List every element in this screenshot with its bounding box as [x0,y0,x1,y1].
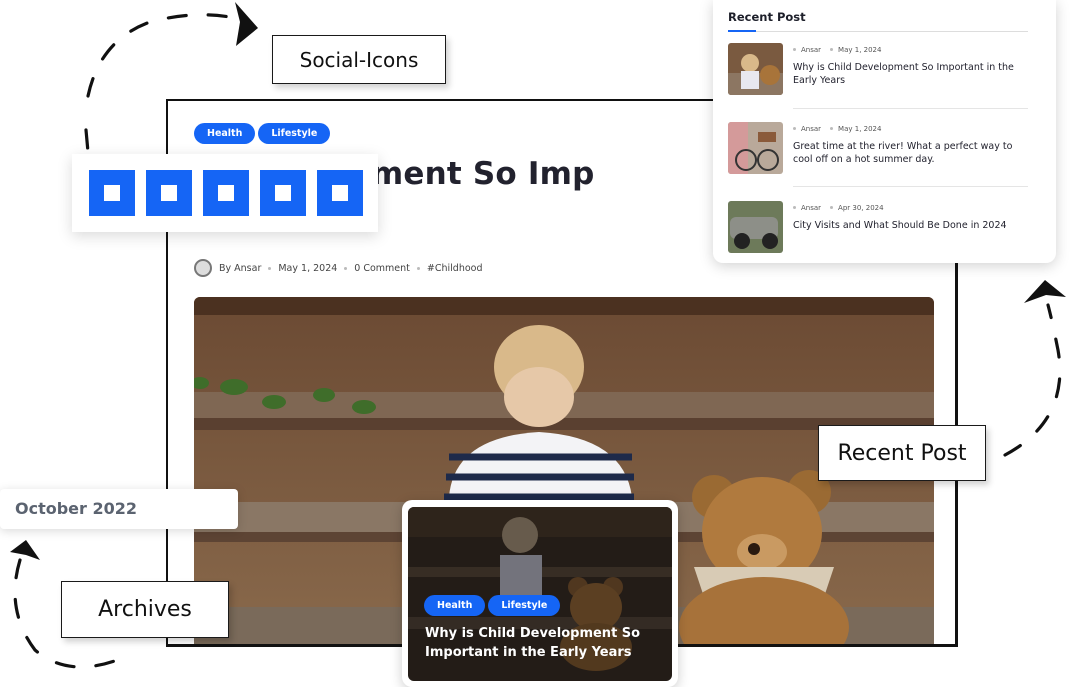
post-date: May 1, 2024 [838,46,882,54]
meta-dot [268,266,272,270]
post-thumbnail[interactable] [728,122,783,174]
tag-lifestyle[interactable]: Lifestyle [258,123,331,144]
tag-health[interactable]: Health [424,595,486,616]
post-date: May 1, 2024 [838,125,882,133]
article-meta: By Ansar May 1, 2024 0 Comment #Childhoo… [194,259,483,277]
recent-post-heading: Recent Post [728,10,806,24]
post-author: Ansar [801,204,822,212]
author-name[interactable]: By Ansar [219,263,261,274]
heading-accent [728,30,756,32]
heading-divider [728,31,1028,32]
tag-health[interactable]: Health [194,123,256,144]
post-date: May 1, 2024 [278,262,338,274]
divider [793,108,1028,109]
post-title[interactable]: City Visits and What Should Be Done in 2… [793,219,1025,232]
post-date: Apr 30, 2024 [838,204,884,212]
post-title[interactable]: Why is Child Development So Important in… [793,61,1025,87]
post-meta: Ansar Apr 30, 2024 [793,204,884,212]
post-author: Ansar [801,125,822,133]
article-tags: Health Lifestyle [194,121,333,144]
post-title[interactable]: Great time at the river! What a perfect … [793,140,1025,166]
social-icons-widget [72,154,378,232]
recent-post-widget: Recent Post Ansar May 1, 2024 Why is Chil… [713,0,1056,263]
recent-post-item[interactable]: Ansar May 1, 2024 Great time at the river… [728,122,1028,176]
meta-dot [416,266,420,270]
social-square-icon[interactable] [146,170,192,216]
post-thumbnail[interactable] [728,201,783,253]
arrow-head-icon [1024,280,1066,303]
recent-post-item[interactable]: Ansar Apr 30, 2024 City Visits and What S… [728,201,1028,255]
featured-post-tags: Health Lifestyle [424,593,563,616]
hashtag[interactable]: #Childhood [427,263,483,274]
social-square-icon[interactable] [203,170,249,216]
archives-label: Archives [61,581,229,638]
post-meta: Ansar May 1, 2024 [793,46,881,54]
post-thumbnail[interactable] [728,43,783,95]
archive-month-item[interactable]: October 2022 [0,489,238,529]
post-meta: Ansar May 1, 2024 [793,125,881,133]
arrow-head-icon [235,2,258,46]
recent-post-item[interactable]: Ansar May 1, 2024 Why is Child Developmen… [728,43,1028,97]
tag-lifestyle[interactable]: Lifestyle [488,595,561,616]
social-square-icon[interactable] [317,170,363,216]
social-square-icon[interactable] [260,170,306,216]
post-author: Ansar [801,46,822,54]
author-avatar[interactable] [194,259,212,277]
featured-post-title[interactable]: Why is Child Development So Important in… [425,624,650,662]
social-icons-label: Social-Icons [272,35,446,84]
divider [793,186,1028,187]
comment-count[interactable]: 0 Comment [354,263,410,274]
recent-post-label: Recent Post [818,425,986,481]
arrow-head-icon [10,540,40,560]
featured-post-card[interactable]: Health Lifestyle Why is Child Development… [402,500,678,687]
social-square-icon[interactable] [89,170,135,216]
meta-dot [344,266,348,270]
